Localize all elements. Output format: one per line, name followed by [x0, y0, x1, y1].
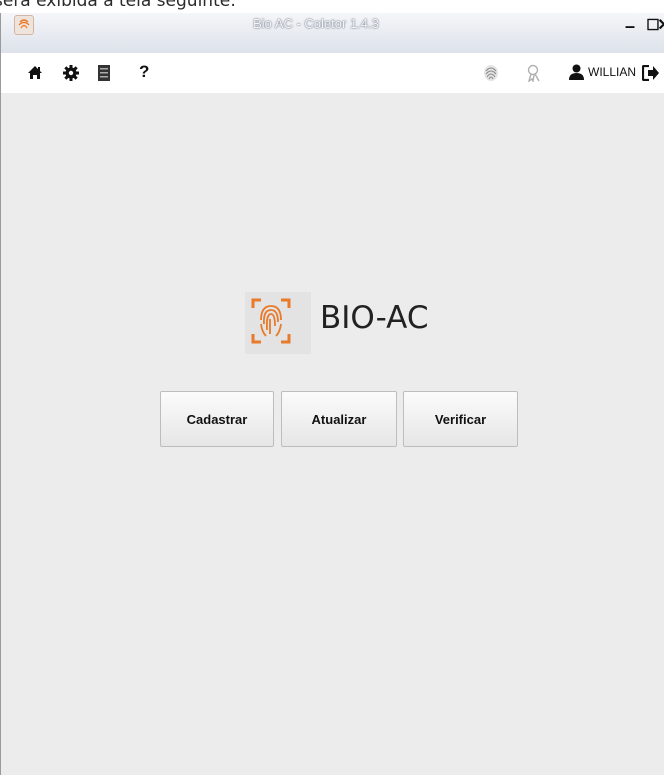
user-icon [568, 64, 585, 84]
home-icon[interactable] [27, 65, 43, 84]
page-caption: será exibida a tela seguinte: [0, 0, 236, 11]
title-bar[interactable]: Bio AC - Coletor 1.4.3 – ☐ ✕ [1, 13, 664, 54]
certificate-icon[interactable] [527, 64, 541, 86]
fingerprint-reader-icon[interactable] [483, 64, 499, 86]
window-title: Bio AC - Coletor 1.4.3 [253, 16, 379, 31]
verificar-button[interactable]: Verificar [403, 391, 518, 447]
server-icon[interactable] [97, 65, 111, 85]
help-button[interactable]: ? [139, 62, 149, 82]
user-name: WILLIAN [588, 65, 637, 79]
cadastrar-button[interactable]: Cadastrar [160, 391, 274, 447]
atualizar-button[interactable]: Atualizar [281, 391, 397, 447]
logo-text: BIO-AC [320, 300, 429, 336]
close-button[interactable]: ✕ [653, 15, 664, 39]
minimize-button[interactable]: – [619, 15, 641, 39]
toolbar: ? WILLIAN [1, 53, 664, 93]
logout-icon[interactable] [641, 64, 660, 85]
gear-icon[interactable] [63, 65, 79, 85]
